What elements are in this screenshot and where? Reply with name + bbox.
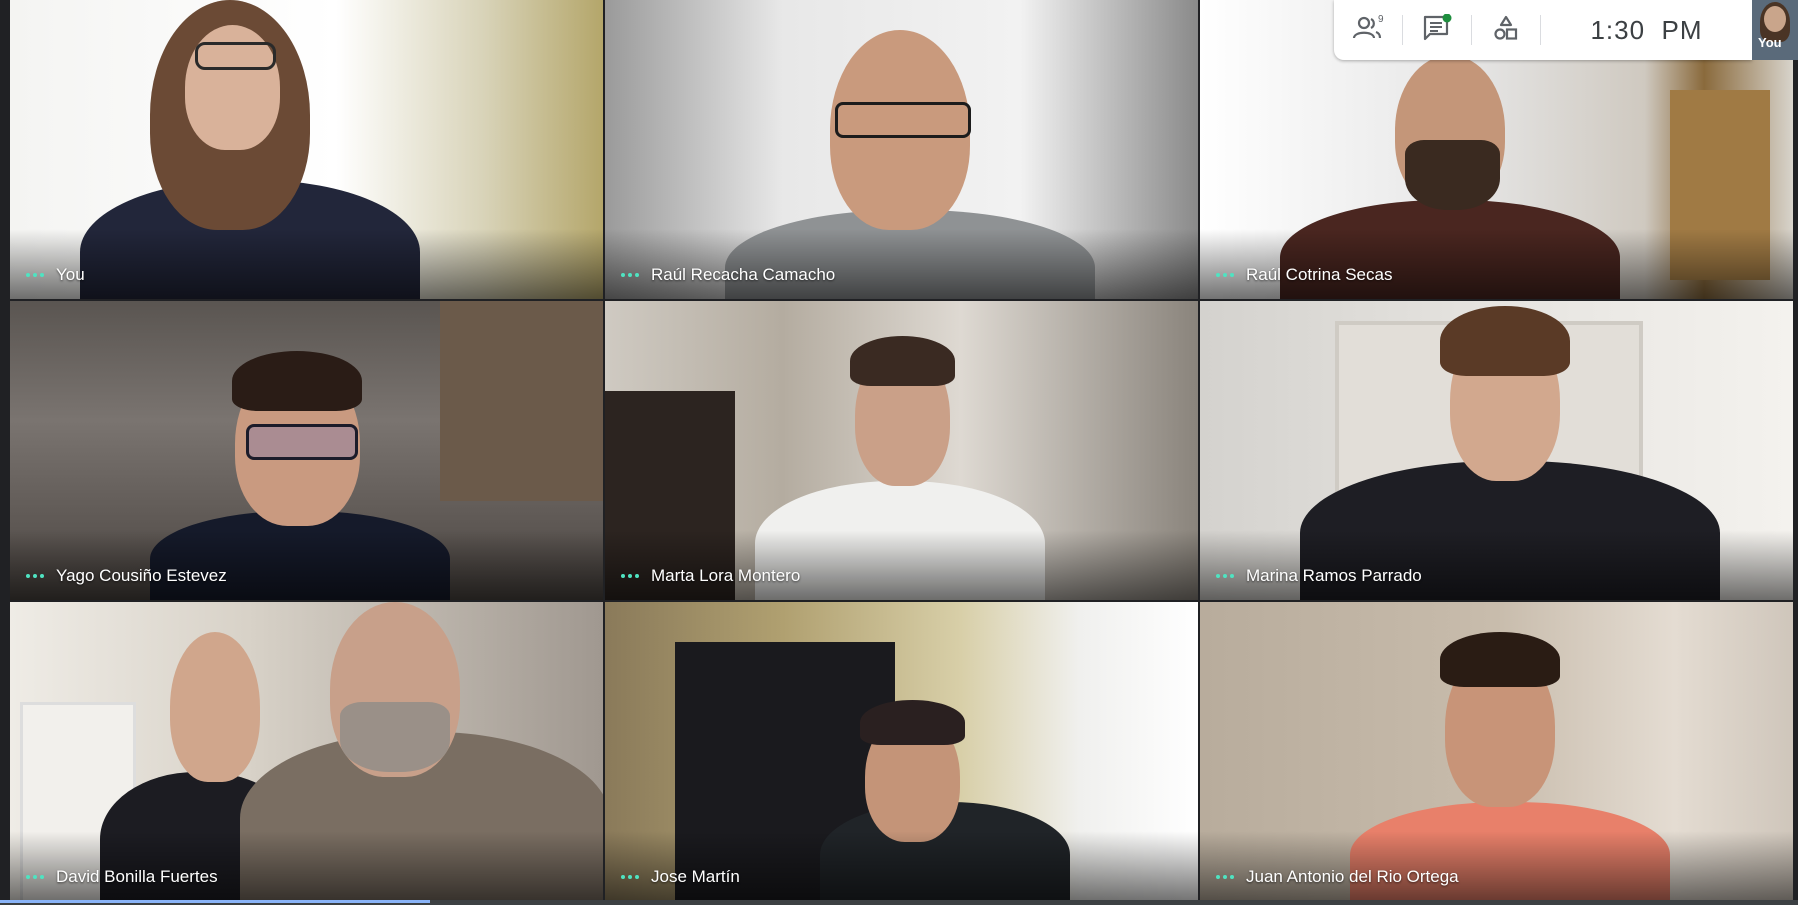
participant-name: Yago Cousiño Estevez xyxy=(56,566,227,585)
video-grid: You Raúl Recacha Camacho Raúl Cotrina Se… xyxy=(10,0,1793,901)
participant-label: You xyxy=(26,265,85,285)
video-tile[interactable]: Yago Cousiño Estevez xyxy=(10,301,603,600)
participant-label: Raúl Cotrina Secas xyxy=(1216,265,1392,285)
participant-label: Jose Martín xyxy=(621,867,740,887)
participant-name: David Bonilla Fuertes xyxy=(56,867,218,886)
more-options-icon[interactable] xyxy=(621,574,639,578)
participant-label: David Bonilla Fuertes xyxy=(26,867,218,887)
meeting-stage: You Raúl Recacha Camacho Raúl Cotrina Se… xyxy=(0,0,1798,905)
participant-label: Raúl Recacha Camacho xyxy=(621,265,835,285)
participant-name: Raúl Recacha Camacho xyxy=(651,265,836,284)
video-tile[interactable]: Jose Martín xyxy=(605,602,1198,901)
bottom-bar xyxy=(0,900,1798,905)
participant-label: Juan Antonio del Rio Ortega xyxy=(1216,867,1459,887)
more-options-icon[interactable] xyxy=(26,574,44,578)
self-view-label: You xyxy=(1758,35,1782,50)
more-options-icon[interactable] xyxy=(26,273,44,277)
more-options-icon[interactable] xyxy=(26,875,44,879)
activities-button[interactable] xyxy=(1472,0,1540,60)
participant-name: Raúl Cotrina Secas xyxy=(1246,265,1393,284)
more-options-icon[interactable] xyxy=(621,875,639,879)
more-options-icon[interactable] xyxy=(1216,273,1234,277)
participant-label: Marta Lora Montero xyxy=(621,566,800,586)
self-view-thumbnail[interactable]: You xyxy=(1752,0,1798,60)
meeting-toolbar: 9 1:30 PM xyxy=(1334,0,1752,60)
participant-label: Yago Cousiño Estevez xyxy=(26,566,227,586)
participants-button[interactable]: 9 xyxy=(1334,0,1402,60)
more-options-icon[interactable] xyxy=(621,273,639,277)
participant-label: Marina Ramos Parrado xyxy=(1216,566,1422,586)
participant-name: Marta Lora Montero xyxy=(651,566,801,585)
participant-name: Marina Ramos Parrado xyxy=(1246,566,1422,585)
video-tile[interactable]: David Bonilla Fuertes xyxy=(10,602,603,901)
video-tile[interactable]: Marina Ramos Parrado xyxy=(1200,301,1793,600)
chat-icon xyxy=(1422,13,1452,47)
chat-button[interactable] xyxy=(1403,0,1471,60)
meeting-clock: 1:30 PM xyxy=(1590,14,1703,45)
bottom-indicator xyxy=(0,900,430,903)
video-tile[interactable]: You xyxy=(10,0,603,299)
video-tile[interactable]: Juan Antonio del Rio Ortega xyxy=(1200,602,1793,901)
video-tile[interactable]: Raúl Recacha Camacho xyxy=(605,0,1198,299)
participant-name: Jose Martín xyxy=(651,867,740,886)
more-options-icon[interactable] xyxy=(1216,574,1234,578)
more-options-icon[interactable] xyxy=(1216,875,1234,879)
participant-name: You xyxy=(56,265,85,284)
participant-count: 9 xyxy=(1378,14,1384,25)
shapes-icon xyxy=(1492,14,1520,47)
participant-name: Juan Antonio del Rio Ortega xyxy=(1246,867,1459,886)
video-tile[interactable]: Marta Lora Montero xyxy=(605,301,1198,600)
